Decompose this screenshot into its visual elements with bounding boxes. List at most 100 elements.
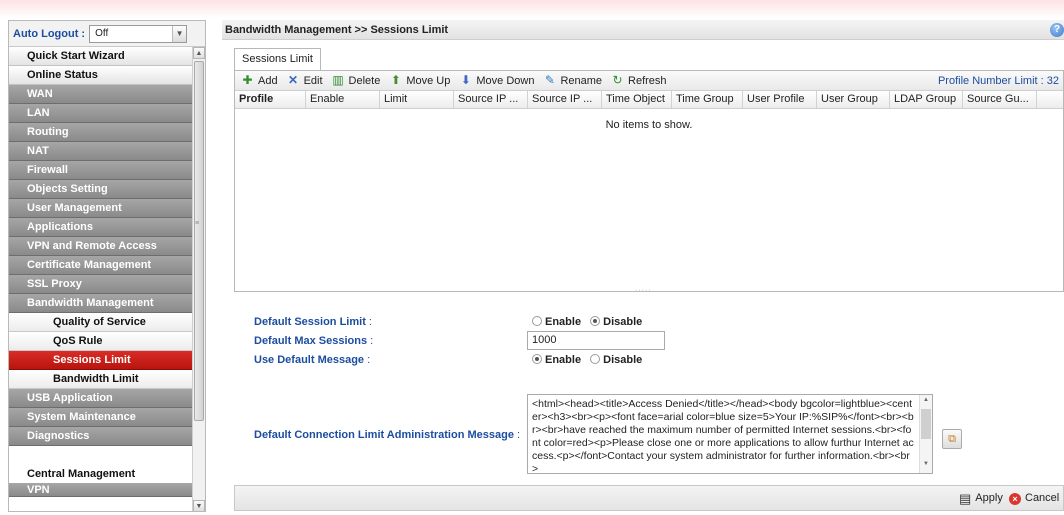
radio-icon[interactable] bbox=[590, 354, 601, 364]
max-sessions-input[interactable]: 1000 bbox=[527, 331, 665, 350]
session-limit-enable-option[interactable]: Enable bbox=[532, 316, 581, 328]
sidebar-item-sessions-limit[interactable]: Sessions Limit bbox=[9, 351, 193, 370]
disable-label: Disable bbox=[603, 354, 643, 366]
session-limit-disable-option[interactable]: Disable bbox=[590, 316, 642, 328]
scroll-up-icon[interactable]: ▲ bbox=[193, 47, 205, 59]
auto-logout-bar: Auto Logout : Off ▼ bbox=[9, 21, 205, 47]
grid-toolbar: ✚ Add ✕ Edit ▥ Delete ⬆ Move Up ⬇ Move D… bbox=[235, 71, 1063, 91]
sidebar-item-nat[interactable]: NAT bbox=[9, 142, 193, 161]
enable-label: Enable bbox=[545, 316, 582, 328]
default-max-sessions-label: Default Max Sessions : bbox=[254, 335, 373, 347]
column-header-time-group[interactable]: Time Group bbox=[672, 91, 743, 108]
sidebar-item-bandwidth-management[interactable]: Bandwidth Management bbox=[9, 294, 193, 313]
sidebar-item-ssl-proxy[interactable]: SSL Proxy bbox=[9, 275, 193, 294]
auto-logout-label: Auto Logout : bbox=[13, 27, 86, 40]
radio-selected-icon[interactable] bbox=[532, 354, 542, 364]
cancel-icon: × bbox=[1009, 492, 1021, 505]
column-header-source-ip-1[interactable]: Source IP ... bbox=[454, 91, 528, 108]
column-header-ldap-group[interactable]: LDAP Group bbox=[890, 91, 963, 108]
sidebar-item-vpn-remote-access[interactable]: VPN and Remote Access bbox=[9, 237, 193, 256]
resize-handle-icon[interactable]: ····· bbox=[635, 287, 652, 294]
column-header-limit[interactable]: Limit bbox=[380, 91, 454, 108]
apply-button[interactable]: ▤ Apply bbox=[959, 486, 1003, 511]
arrow-up-icon: ⬆ bbox=[390, 73, 401, 87]
move-up-button[interactable]: ⬆ Move Up bbox=[389, 73, 451, 87]
edit-label: Edit bbox=[303, 74, 323, 87]
sidebar-scrollbar[interactable]: ▲ ≡ ▼ bbox=[192, 47, 205, 511]
column-header-profile[interactable]: Profile bbox=[235, 91, 306, 108]
empty-table-message: No items to show. bbox=[605, 119, 693, 131]
sidebar-item-wan[interactable]: WAN bbox=[9, 85, 193, 104]
column-header-user-group[interactable]: User Group bbox=[817, 91, 890, 108]
colon: : bbox=[364, 354, 371, 366]
chevron-down-icon[interactable]: ▼ bbox=[172, 25, 187, 42]
auto-logout-select[interactable]: Off ▼ bbox=[89, 24, 188, 43]
sidebar-item-certificate-management[interactable]: Certificate Management bbox=[9, 256, 193, 275]
breadcrumb: Bandwidth Management >> Sessions Limit bbox=[225, 24, 449, 36]
radio-icon[interactable] bbox=[532, 316, 542, 326]
trash-icon: ▥ bbox=[332, 73, 344, 87]
sidebar-item-online-status[interactable]: Online Status bbox=[9, 66, 193, 85]
sidebar-item-lan[interactable]: LAN bbox=[9, 104, 193, 123]
scroll-down-icon[interactable]: ▼ bbox=[923, 461, 929, 467]
message-scrollbar[interactable]: ▲ ▼ bbox=[919, 395, 932, 473]
arrow-down-icon: ⬇ bbox=[460, 73, 471, 87]
edit-button[interactable]: ✕ Edit bbox=[287, 74, 323, 87]
scrollbar-thumb[interactable] bbox=[194, 61, 204, 421]
sidebar: Auto Logout : Off ▼ Quick Start Wizard O… bbox=[8, 20, 206, 512]
admin-message-textarea[interactable]: <html><head><title>Access Denied</title>… bbox=[527, 394, 933, 474]
refresh-label: Refresh bbox=[628, 74, 667, 87]
sidebar-item-objects-setting[interactable]: Objects Setting bbox=[9, 180, 193, 199]
add-button[interactable]: ✚ Add bbox=[241, 73, 277, 87]
sidebar-item-user-management[interactable]: User Management bbox=[9, 199, 193, 218]
rename-label: Rename bbox=[560, 74, 603, 87]
sidebar-item-bandwidth-limit[interactable]: Bandwidth Limit bbox=[9, 370, 193, 389]
rename-button[interactable]: ✎ Rename bbox=[543, 74, 602, 87]
sidebar-item-central-management[interactable]: Central Management bbox=[9, 466, 193, 483]
scroll-up-icon[interactable]: ▲ bbox=[923, 397, 929, 403]
sidebar-item-diagnostics[interactable]: Diagnostics bbox=[9, 427, 193, 446]
preview-icon: ⧉ bbox=[948, 433, 956, 445]
help-icon[interactable]: ? bbox=[1050, 23, 1064, 37]
scrollbar-grip-icon: ≡ bbox=[195, 220, 200, 227]
sidebar-item-system-maintenance[interactable]: System Maintenance bbox=[9, 408, 193, 427]
default-message-enable-option[interactable]: Enable bbox=[532, 354, 581, 366]
radio-selected-icon[interactable] bbox=[590, 316, 601, 326]
sidebar-item-qos-rule[interactable]: QoS Rule bbox=[9, 332, 193, 351]
column-header-source-guest[interactable]: Source Gu... bbox=[963, 91, 1037, 108]
default-session-limit-radio-group: Enable Disable bbox=[532, 316, 648, 328]
tab-sessions-limit[interactable]: Sessions Limit bbox=[234, 48, 321, 70]
default-session-limit-text: Default Session Limit bbox=[254, 316, 366, 328]
edit-icon: ✕ bbox=[288, 73, 299, 87]
refresh-icon: ↻ bbox=[612, 73, 623, 87]
sidebar-item-quality-of-service[interactable]: Quality of Service bbox=[9, 313, 193, 332]
main-content: Bandwidth Management >> Sessions Limit ?… bbox=[222, 20, 1064, 515]
admin-message-text: Default Connection Limit Administration … bbox=[254, 429, 514, 441]
default-message-disable-option[interactable]: Disable bbox=[590, 354, 642, 366]
refresh-button[interactable]: ↻ Refresh bbox=[611, 74, 667, 87]
sidebar-item-firewall[interactable]: Firewall bbox=[9, 161, 193, 180]
move-down-button[interactable]: ⬇ Move Down bbox=[459, 73, 535, 87]
colon: : bbox=[367, 335, 374, 347]
sidebar-item-routing[interactable]: Routing bbox=[9, 123, 193, 142]
column-header-time-object[interactable]: Time Object bbox=[602, 91, 672, 108]
add-icon: ✚ bbox=[242, 73, 253, 87]
scrollbar-thumb[interactable] bbox=[921, 409, 931, 439]
cancel-button[interactable]: × Cancel bbox=[1009, 486, 1059, 511]
sidebar-item-applications[interactable]: Applications bbox=[9, 218, 193, 237]
delete-button[interactable]: ▥ Delete bbox=[332, 73, 380, 87]
preview-button[interactable]: ⧉ bbox=[942, 429, 962, 449]
scroll-down-icon[interactable]: ▼ bbox=[193, 500, 205, 511]
default-max-sessions-text: Default Max Sessions bbox=[254, 335, 368, 347]
column-header-enable[interactable]: Enable bbox=[306, 91, 380, 108]
sidebar-item-quick-start-wizard[interactable]: Quick Start Wizard bbox=[9, 47, 193, 66]
sidebar-item-vpn[interactable]: VPN bbox=[9, 483, 193, 497]
rename-icon: ✎ bbox=[544, 73, 555, 87]
column-header-source-ip-2[interactable]: Source IP ... bbox=[528, 91, 602, 108]
use-default-message-label: Use Default Message : bbox=[254, 354, 370, 366]
sidebar-item-usb-application[interactable]: USB Application bbox=[9, 389, 193, 408]
move-down-label: Move Down bbox=[476, 74, 535, 87]
column-header-user-profile[interactable]: User Profile bbox=[743, 91, 817, 108]
profile-grid-panel: ✚ Add ✕ Edit ▥ Delete ⬆ Move Up ⬇ Move D… bbox=[234, 70, 1064, 294]
apply-label: Apply bbox=[975, 492, 1003, 504]
